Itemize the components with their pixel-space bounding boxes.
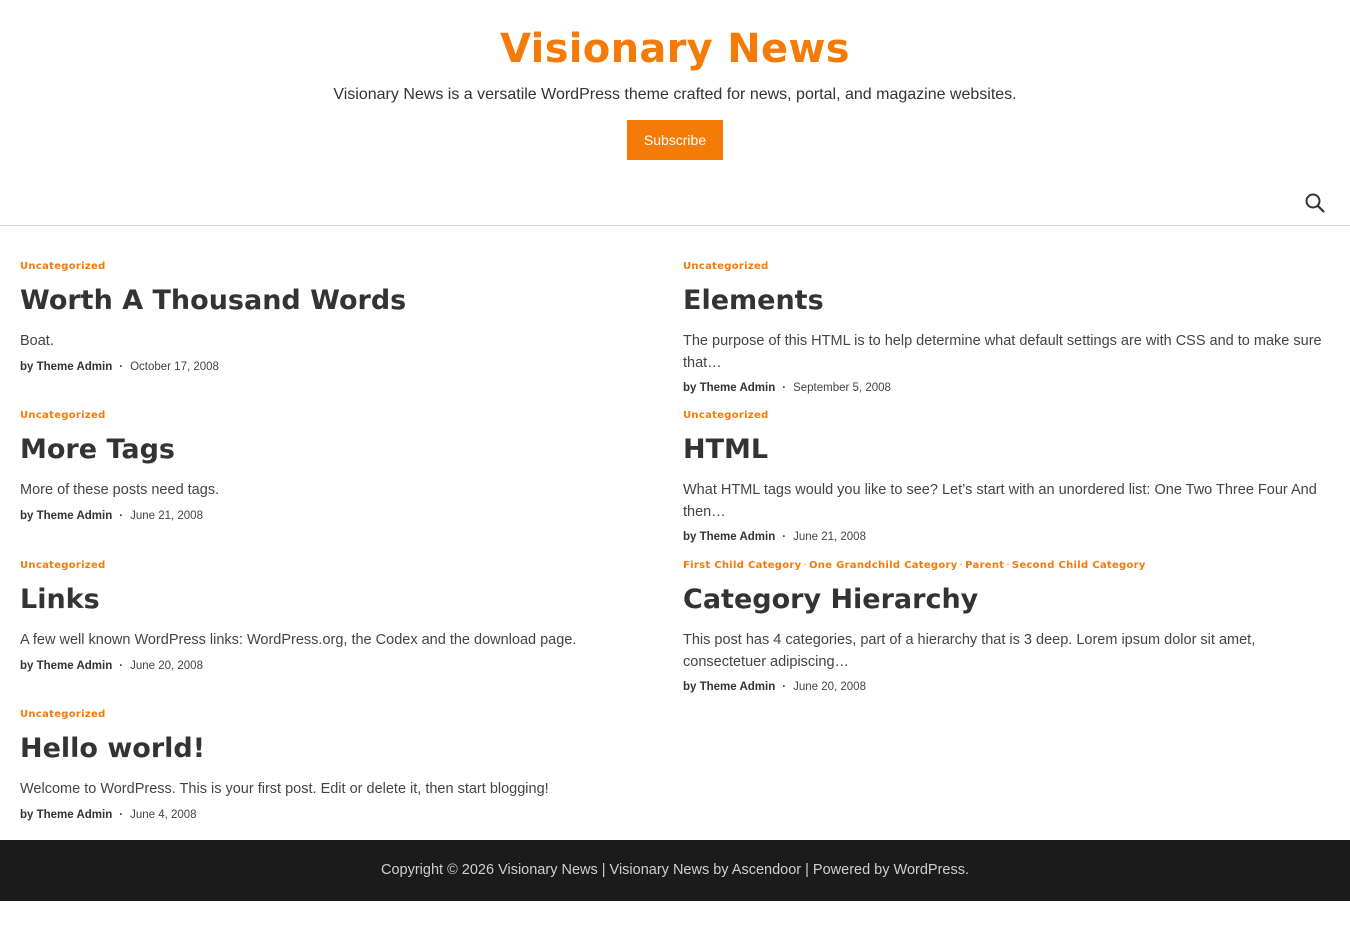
post-category: Uncategorized (683, 260, 1323, 274)
post-meta: by Theme Admin · October 17, 2008 (20, 359, 660, 375)
category-link[interactable]: First Child Category (683, 560, 802, 571)
meta-separator: · (119, 659, 124, 672)
post-author[interactable]: by Theme Admin (20, 510, 112, 522)
post-meta: by Theme Admin · June 4, 2008 (20, 807, 660, 823)
category-separator: · (803, 560, 807, 571)
post-meta: by Theme Admin · June 20, 2008 (683, 679, 1323, 695)
category-link[interactable]: Second Child Category (1012, 560, 1146, 571)
post-date[interactable]: June 21, 2008 (793, 531, 866, 543)
footer-copyright: Copyright © 2026 Visionary News | Vision… (380, 862, 969, 878)
meta-separator: · (782, 681, 787, 693)
post-card: Uncategorized More Tags More of these po… (20, 409, 660, 524)
post-author[interactable]: by Theme Admin (20, 660, 112, 672)
post-author[interactable]: by Theme Admin (20, 361, 112, 373)
post-title[interactable]: Links (20, 582, 660, 618)
site-description: Visionary News is a versatile WordPress … (333, 86, 1017, 103)
meta-separator: · (782, 531, 787, 543)
post-category: Uncategorized (683, 409, 1323, 423)
post-author[interactable]: by Theme Admin (20, 809, 112, 821)
post-excerpt: The purpose of this HTML is to help dete… (683, 333, 1322, 371)
category-link[interactable]: One Grandchild Category (809, 560, 958, 571)
search-icon[interactable] (1304, 192, 1326, 214)
post-card: Uncategorized HTML What HTML tags would … (683, 409, 1323, 545)
meta-separator: · (782, 382, 787, 394)
post-title[interactable]: Elements (683, 283, 1323, 319)
post-category: Uncategorized (20, 260, 660, 274)
category-link[interactable]: Uncategorized (20, 261, 106, 272)
post-excerpt: Welcome to WordPress. This is your first… (20, 781, 549, 797)
post-author[interactable]: by Theme Admin (683, 531, 775, 543)
post-excerpt: What HTML tags would you like to see? Le… (683, 482, 1317, 520)
post-excerpt: More of these posts need tags. (20, 482, 220, 498)
post-date[interactable]: June 20, 2008 (130, 660, 203, 672)
post-card: Uncategorized Elements The purpose of th… (683, 260, 1323, 396)
category-link[interactable]: Uncategorized (20, 560, 106, 571)
post-meta: by Theme Admin · June 21, 2008 (20, 508, 660, 524)
post-excerpt: Boat. (20, 333, 54, 349)
category-link[interactable]: Uncategorized (20, 410, 106, 421)
post-meta: by Theme Admin · June 20, 2008 (20, 658, 660, 674)
post-category: Uncategorized (20, 559, 660, 573)
meta-separator: · (119, 509, 124, 522)
post-title[interactable]: More Tags (20, 432, 660, 468)
meta-separator: · (119, 808, 124, 821)
post-author[interactable]: by Theme Admin (683, 681, 775, 693)
category-separator: · (1006, 560, 1010, 571)
post-card: Uncategorized Links A few well known Wor… (20, 559, 660, 674)
post-card: First Child Category · One Grandchild Cate… (683, 559, 1323, 695)
site-title[interactable]: Visionary News (0, 26, 1350, 72)
post-date[interactable]: June 20, 2008 (793, 681, 866, 693)
site-footer: Copyright © 2026 Visionary News | Vision… (0, 840, 1350, 901)
post-card: Uncategorized Hello world! Welcome to Wo… (20, 708, 660, 823)
category-link[interactable]: Uncategorized (683, 261, 769, 272)
post-author[interactable]: by Theme Admin (683, 382, 775, 394)
category-link[interactable]: Uncategorized (20, 709, 106, 720)
category-link[interactable]: Uncategorized (683, 410, 769, 421)
post-excerpt: This post has 4 categories, part of a hi… (683, 632, 1256, 670)
post-grid: Uncategorized Worth A Thousand Words Boa… (0, 226, 1350, 840)
meta-separator: · (119, 360, 124, 373)
post-title[interactable]: Category Hierarchy (683, 582, 1323, 618)
subscribe-button[interactable]: Subscribe (627, 120, 723, 160)
post-date[interactable]: October 17, 2008 (130, 361, 219, 373)
category-link[interactable]: Parent (965, 560, 1004, 571)
post-meta: by Theme Admin · June 21, 2008 (683, 529, 1323, 545)
post-category: First Child Category · One Grandchild Cate… (683, 559, 1323, 573)
post-title[interactable]: Worth A Thousand Words (20, 283, 660, 319)
post-date[interactable]: June 4, 2008 (130, 809, 197, 821)
post-meta: by Theme Admin · September 5, 2008 (683, 380, 1323, 396)
post-card: Uncategorized Worth A Thousand Words Boa… (20, 260, 660, 375)
post-category: Uncategorized (20, 409, 660, 423)
post-title[interactable]: HTML (683, 432, 1323, 468)
post-date[interactable]: June 21, 2008 (130, 510, 203, 522)
post-date[interactable]: September 5, 2008 (793, 382, 891, 394)
post-excerpt: A few well known WordPress links: WordPr… (20, 632, 577, 648)
category-separator: · (959, 560, 964, 571)
post-title[interactable]: Hello world! (20, 731, 660, 767)
post-category: Uncategorized (20, 708, 660, 722)
site-header: Visionary News Visionary News is a versa… (0, 0, 1350, 226)
